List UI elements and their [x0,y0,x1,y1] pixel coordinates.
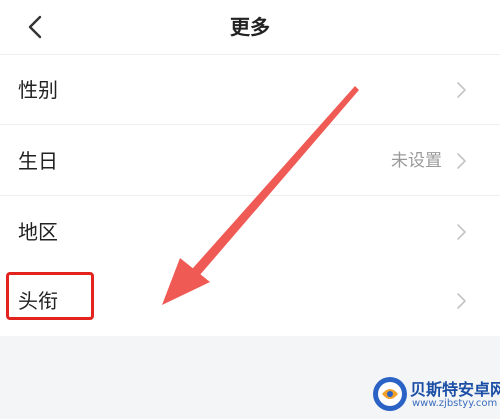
watermark-logo-icon [373,377,407,411]
row-label: 性别 [18,78,58,102]
page-title: 更多 [230,15,270,39]
chevron-right-icon [457,82,466,98]
row-label: 头衔 [18,289,58,313]
back-button[interactable] [18,10,52,44]
watermark-url: www.zjbstyy.com [412,398,498,409]
divider [0,195,500,196]
chevron-right-icon [457,293,466,309]
row-value: 未设置 [391,151,442,171]
watermark: 贝斯特安卓网 www.zjbstyy.com [370,370,500,419]
row-gender[interactable]: 性别 [0,55,500,125]
row-label: 生日 [18,149,58,173]
chevron-right-icon [457,224,466,240]
row-label: 地区 [18,220,58,244]
navigation-bar: 更多 [0,0,500,55]
row-region[interactable]: 地区 [0,197,500,267]
row-title[interactable]: 头衔 [0,266,500,336]
watermark-title: 贝斯特安卓网 [410,380,500,399]
divider [0,124,500,125]
chevron-left-icon [28,15,42,39]
chevron-right-icon [457,153,466,169]
row-birthday[interactable]: 生日 未设置 [0,126,500,196]
